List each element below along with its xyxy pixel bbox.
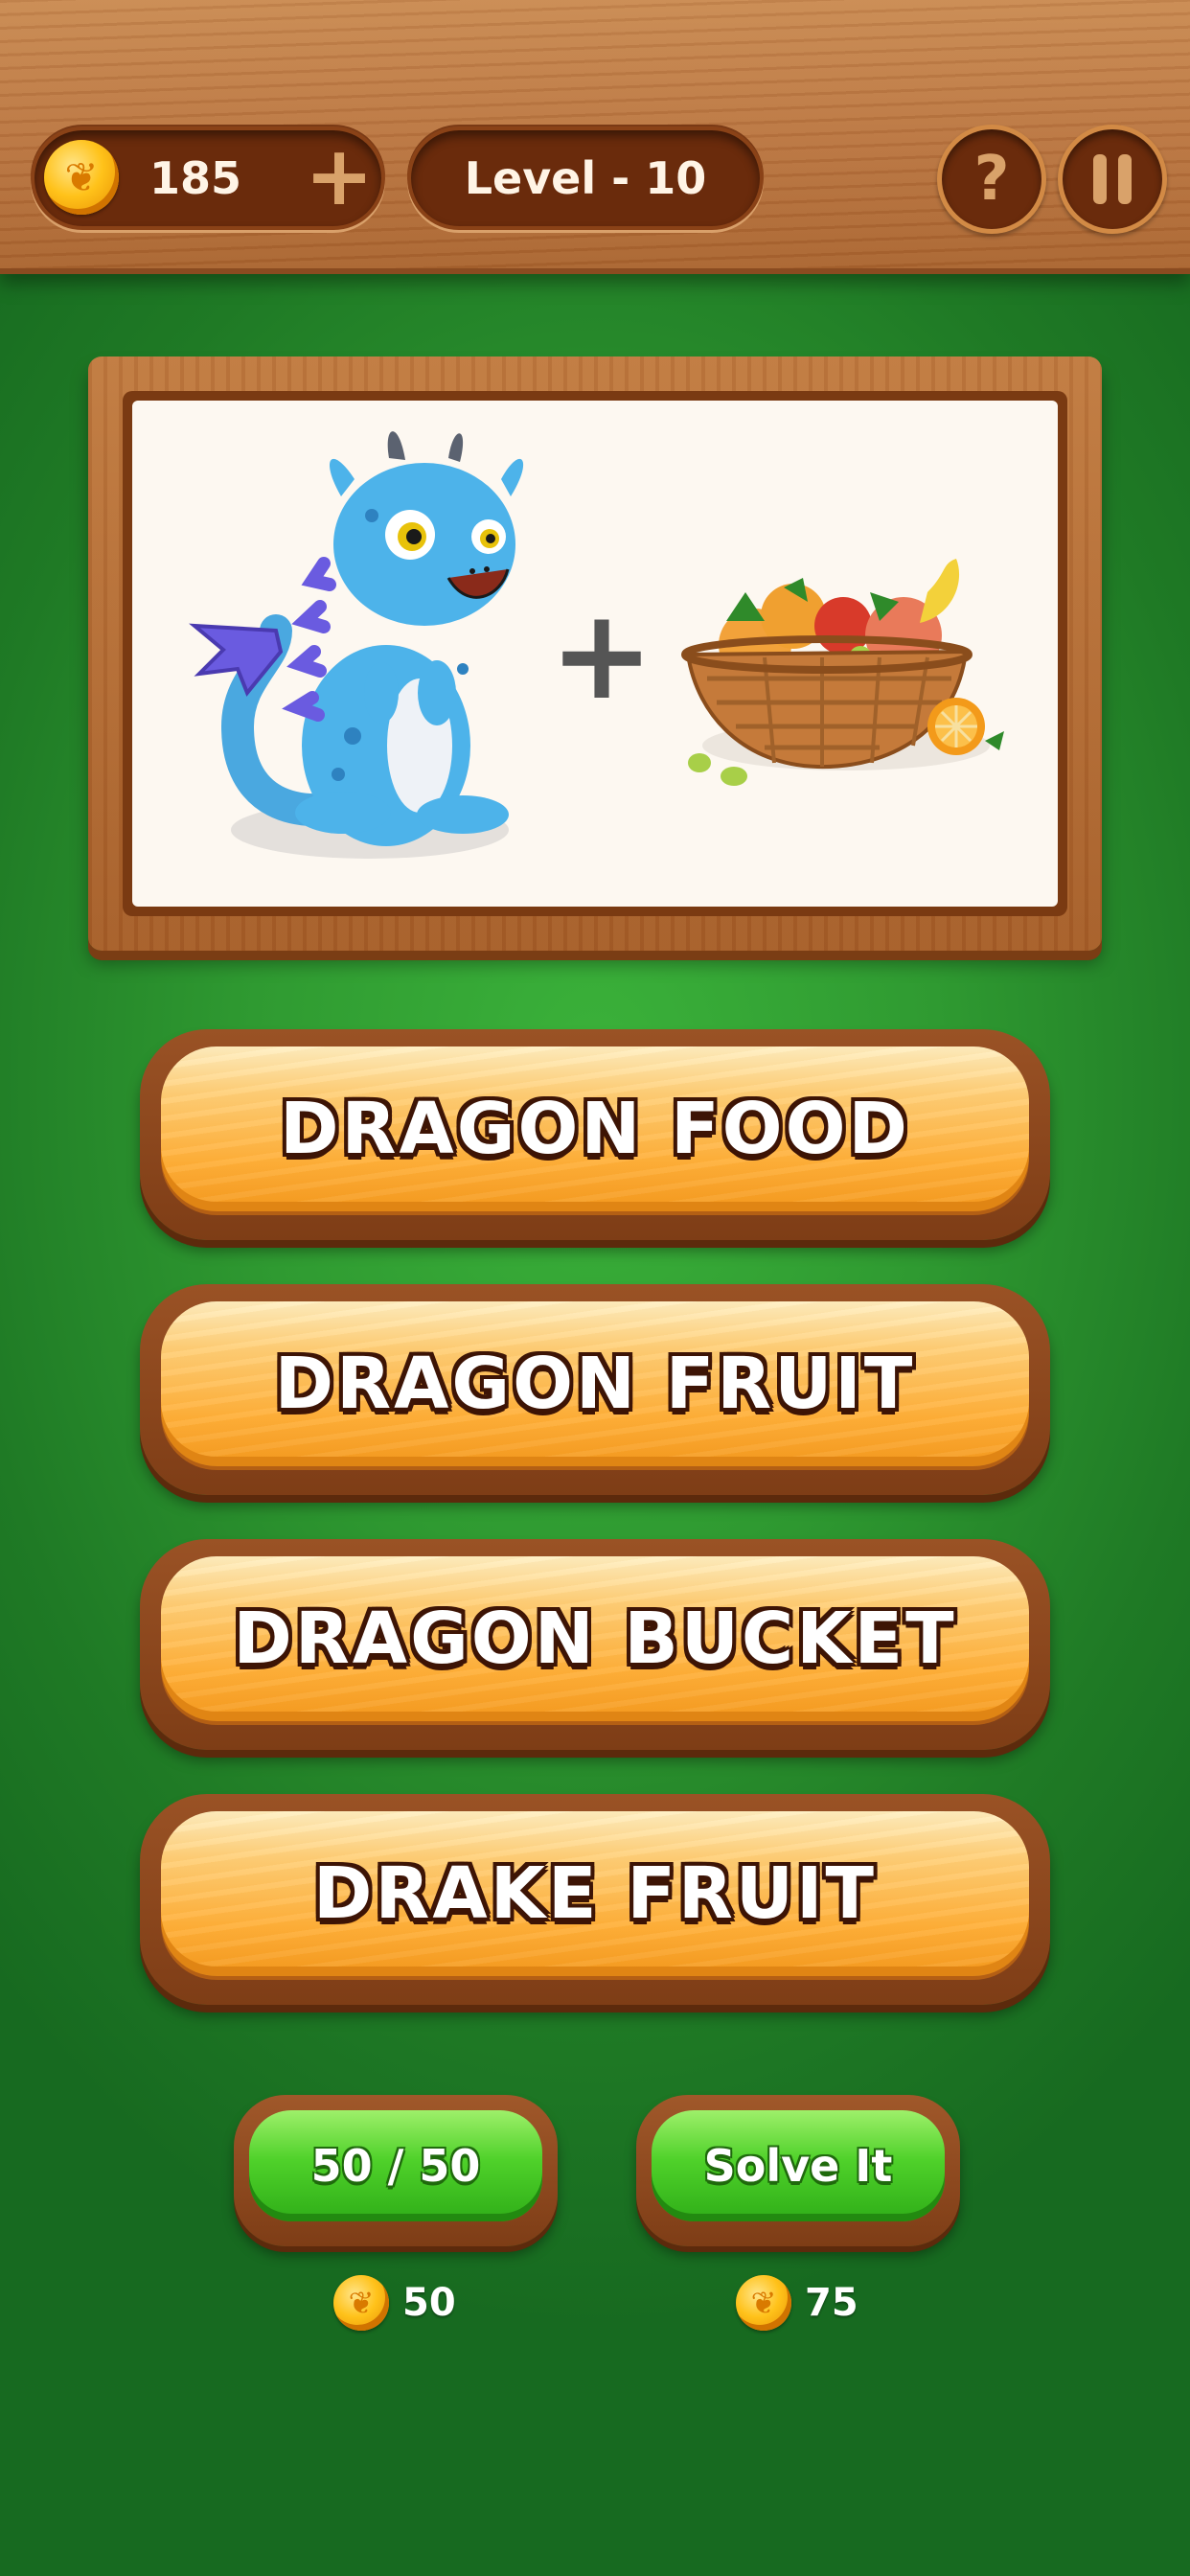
answer-option[interactable]: DRAGON BUCKET: [140, 1539, 1050, 1750]
answer-label: DRAGON FRUIT: [161, 1301, 1029, 1466]
answer-label: DRAGON FOOD: [161, 1046, 1029, 1211]
coin-icon: ❦: [333, 2275, 389, 2331]
puzzle-frame: +: [88, 356, 1102, 951]
add-coins-button[interactable]: +: [301, 135, 378, 218]
solve-it-cost: ❦ 75: [736, 2275, 870, 2333]
help-button[interactable]: ?: [937, 125, 1046, 234]
coin-count: 185: [149, 152, 242, 204]
level-label: Level - 10: [464, 152, 707, 204]
puzzle-canvas: +: [132, 401, 1058, 907]
coin-balance: ❦ 185 +: [31, 126, 385, 230]
fruit-basket-icon: [681, 559, 1004, 786]
fifty-fifty-cost: ❦ 50: [333, 2275, 468, 2333]
answer-option[interactable]: DRAGON FOOD: [140, 1029, 1050, 1240]
solve-it-button[interactable]: Solve It: [636, 2095, 960, 2246]
answer-option[interactable]: DRAKE FRUIT: [140, 1794, 1050, 2005]
level-indicator: Level - 10: [407, 126, 764, 230]
coin-icon: ❦: [736, 2275, 791, 2331]
fifty-fifty-button[interactable]: 50 / 50: [234, 2095, 558, 2246]
top-bar: ❦ 185 + Level - 10 ?: [0, 0, 1190, 274]
question-icon: ?: [973, 144, 1010, 215]
answer-label: DRAGON BUCKET: [161, 1556, 1029, 1721]
coin-icon: ❦: [44, 140, 119, 215]
solve-it-label: Solve It: [652, 2110, 945, 2221]
answer-option[interactable]: DRAGON FRUIT: [140, 1284, 1050, 1495]
pause-icon: [1091, 154, 1133, 204]
answer-label: DRAKE FRUIT: [161, 1811, 1029, 1976]
cost-value: 50: [402, 2281, 456, 2325]
pause-button[interactable]: [1058, 125, 1167, 234]
fifty-fifty-label: 50 / 50: [249, 2110, 542, 2221]
cost-value: 75: [805, 2281, 858, 2325]
